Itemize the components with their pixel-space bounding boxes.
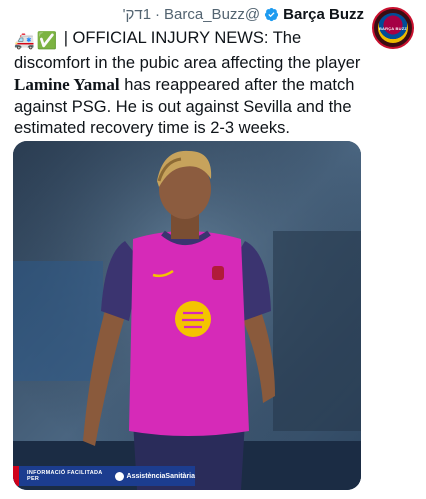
sponsor-text: INFORMACIÓ FACILITADA PER	[27, 470, 103, 482]
tweet-text-lead: | OFFICIAL INJURY NEWS: The discomfort i…	[14, 29, 361, 72]
sponsor-brand: AssistènciaSanitària	[126, 472, 195, 480]
tweet-media-image[interactable]: INFORMACIÓ FACILITADA PER AssistènciaSan…	[13, 141, 361, 490]
profile-avatar[interactable]: BARÇA BUZZ	[372, 7, 414, 49]
avatar-text: BARÇA BUZZ	[378, 25, 408, 31]
sponsor-logo-icon	[114, 471, 124, 481]
sponsor-accent	[13, 466, 19, 486]
tweet-time[interactable]: 1דק'	[123, 6, 151, 23]
avatar-logo: BARÇA BUZZ	[378, 13, 408, 43]
sponsor-logo: AssistènciaSanitària	[114, 471, 195, 481]
author-handle[interactable]: @Barca_Buzz	[164, 6, 260, 23]
player-name: Lamine Yamal	[14, 75, 120, 94]
check-mark-icon: ✅	[36, 32, 58, 50]
tweet-body: 🚑 ✅ | OFFICIAL INJURY NEWS: The discomfor…	[14, 28, 369, 140]
verified-badge-icon	[265, 7, 279, 22]
ambulance-icon: 🚑	[14, 32, 35, 50]
tweet-header: Barça Buzz @Barca_Buzz · 1דק'	[123, 6, 364, 23]
header-separator: ·	[155, 6, 161, 23]
sponsor-banner: INFORMACIÓ FACILITADA PER AssistènciaSan…	[13, 466, 195, 486]
author-name[interactable]: Barça Buzz	[283, 6, 364, 23]
player-photo	[13, 141, 361, 490]
